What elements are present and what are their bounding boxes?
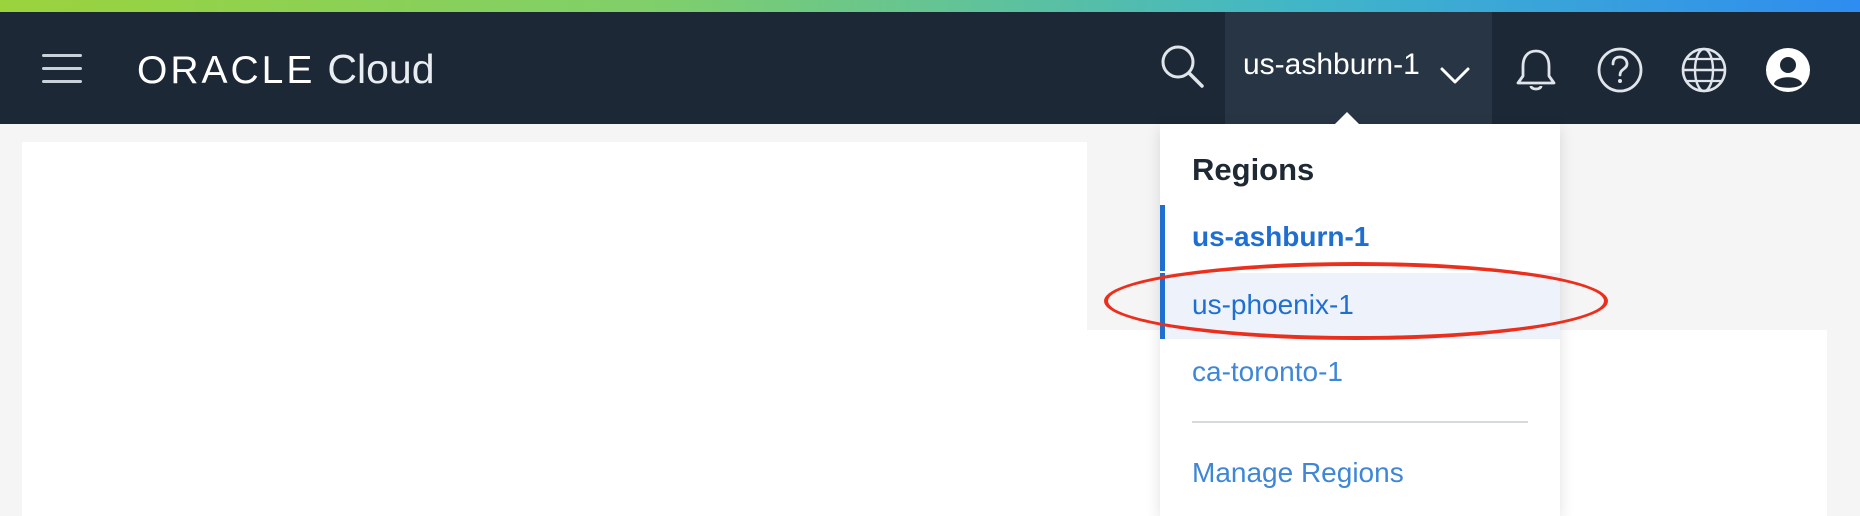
brand-oracle-text: ORACLE bbox=[137, 49, 316, 92]
dropdown-caret bbox=[1333, 112, 1361, 126]
regions-dropdown: Regions us-ashburn-1 us-phoenix-1 ca-tor… bbox=[1160, 112, 1560, 516]
regions-title: Regions bbox=[1192, 152, 1315, 187]
region-selector-button[interactable]: us-ashburn-1 bbox=[1225, 12, 1492, 124]
brand-cloud-text: Cloud bbox=[327, 46, 435, 92]
region-item-label: us-phoenix-1 bbox=[1192, 289, 1354, 320]
search-icon[interactable] bbox=[1158, 42, 1206, 90]
chevron-down-icon bbox=[1440, 67, 1470, 84]
top-accent-strip bbox=[0, 0, 1860, 12]
help-icon[interactable] bbox=[1596, 46, 1644, 94]
globe-icon[interactable] bbox=[1680, 46, 1728, 94]
selected-indicator bbox=[1160, 205, 1165, 271]
top-navigation-bar: ORACLE Cloud bbox=[0, 12, 1860, 124]
oracle-cloud-logo[interactable]: ORACLE Cloud bbox=[137, 46, 435, 92]
region-selector-label: us-ashburn-1 bbox=[1243, 48, 1420, 81]
bell-icon[interactable] bbox=[1512, 46, 1560, 94]
menu-divider bbox=[1192, 421, 1528, 423]
menu-icon[interactable] bbox=[40, 48, 84, 88]
hover-indicator bbox=[1160, 273, 1165, 339]
user-icon[interactable] bbox=[1764, 46, 1812, 94]
region-item-label: ca-toronto-1 bbox=[1192, 356, 1343, 387]
main-content-panel bbox=[22, 142, 1087, 516]
region-item-us-phoenix-1[interactable]: us-phoenix-1 bbox=[1160, 273, 1560, 339]
region-item-us-ashburn-1[interactable]: us-ashburn-1 bbox=[1160, 205, 1560, 271]
manage-regions-link[interactable]: Manage Regions bbox=[1192, 457, 1404, 489]
region-item-ca-toronto-1[interactable]: ca-toronto-1 bbox=[1160, 340, 1560, 406]
region-item-label: us-ashburn-1 bbox=[1192, 221, 1370, 252]
